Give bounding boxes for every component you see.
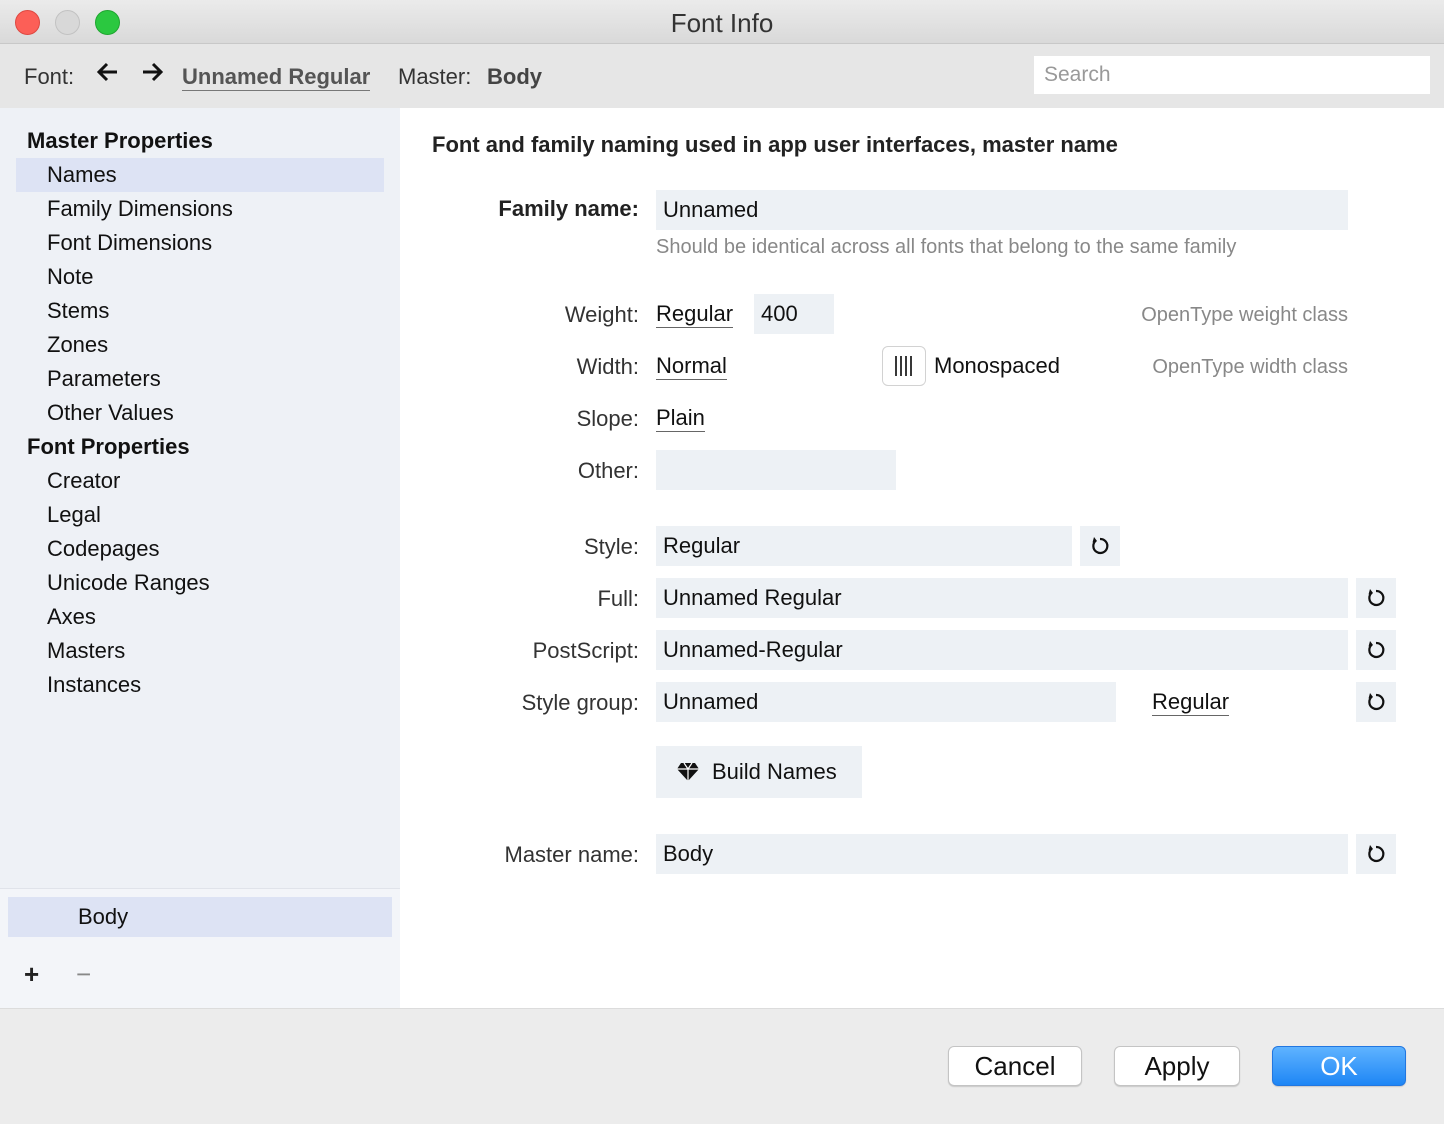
reset-icon	[1368, 845, 1385, 863]
sidebar-item-axes[interactable]: Axes	[16, 600, 384, 634]
title-bar: Font Info	[0, 0, 1444, 44]
reset-icon	[1368, 589, 1385, 607]
weight-class-field[interactable]: 400	[754, 294, 834, 334]
slope-popup[interactable]: Plain	[656, 405, 705, 432]
other-field[interactable]	[656, 450, 896, 490]
width-class-note: OpenType width class	[1152, 356, 1348, 378]
sidebar-item-codepages[interactable]: Codepages	[16, 532, 384, 566]
other-label: Other:	[577, 458, 639, 483]
sidebar: Master Properties Names Family Dimension…	[0, 108, 400, 1008]
family-name-hint: Should be identical across all fonts tha…	[656, 236, 1237, 258]
window-title: Font Info	[670, 8, 774, 38]
style-group-field[interactable]: Unnamed	[656, 682, 1116, 722]
master-list-item[interactable]: Body	[8, 897, 392, 937]
full-name-field[interactable]: Unnamed Regular	[656, 578, 1348, 618]
sidebar-item-note[interactable]: Note	[16, 260, 384, 294]
build-names-button[interactable]: Build Names	[656, 746, 862, 798]
family-name-field[interactable]: Unnamed	[656, 190, 1348, 230]
master-name-reset-button[interactable]	[1356, 834, 1396, 874]
dialog-footer: Cancel Apply OK	[0, 1008, 1444, 1124]
weight-class-note: OpenType weight class	[1141, 304, 1348, 326]
slope-label: Slope:	[576, 406, 639, 431]
arrow-right-icon	[143, 62, 164, 82]
font-properties-heading: Font Properties	[27, 434, 190, 459]
sidebar-item-names[interactable]: Names	[16, 158, 384, 192]
master-label: Master:	[398, 64, 472, 89]
sidebar-item-font-dimensions[interactable]: Font Dimensions	[16, 226, 384, 260]
style-group-reset-button[interactable]	[1356, 682, 1396, 722]
reset-icon	[1368, 641, 1385, 659]
postscript-label: PostScript:	[532, 638, 639, 663]
sidebar-item-legal[interactable]: Legal	[16, 498, 384, 532]
ok-button[interactable]: OK	[1272, 1046, 1406, 1086]
master-name-label: Master name:	[504, 842, 640, 867]
sidebar-item-stems[interactable]: Stems	[16, 294, 384, 328]
master-properties-heading: Master Properties	[27, 128, 213, 153]
apply-button[interactable]: Apply	[1114, 1046, 1240, 1086]
diamond-icon	[677, 762, 699, 781]
style-group-label: Style group:	[521, 690, 639, 715]
sidebar-item-parameters[interactable]: Parameters	[16, 362, 384, 396]
master-name-field[interactable]: Body	[656, 834, 1348, 874]
font-label: Font:	[24, 64, 75, 89]
style-field[interactable]: Regular	[656, 526, 1072, 566]
next-font-button[interactable]	[140, 60, 164, 91]
sidebar-item-instances[interactable]: Instances	[16, 668, 384, 702]
reset-icon	[1368, 693, 1385, 711]
width-label: Width:	[576, 354, 639, 379]
family-name-label: Family name:	[498, 196, 639, 221]
build-names-label: Build Names	[712, 759, 837, 784]
cancel-button[interactable]: Cancel	[948, 1046, 1082, 1086]
monospaced-label: Monospaced	[934, 353, 1060, 378]
remove-master-button[interactable]: −	[76, 959, 91, 990]
style-reset-button[interactable]	[1080, 526, 1120, 566]
sidebar-item-masters[interactable]: Masters	[16, 634, 384, 668]
sidebar-item-creator[interactable]: Creator	[16, 464, 384, 498]
postscript-reset-button[interactable]	[1356, 630, 1396, 670]
style-label: Style:	[583, 534, 639, 559]
main-panel: Font and family naming used in app user …	[400, 108, 1444, 1008]
sidebar-item-family-dimensions[interactable]: Family Dimensions	[16, 192, 384, 226]
monospace-icon	[895, 356, 912, 376]
sidebar-item-other-values[interactable]: Other Values	[16, 396, 384, 430]
full-name-reset-button[interactable]	[1356, 578, 1396, 618]
arrow-left-icon	[96, 62, 117, 82]
monospaced-toggle[interactable]	[882, 346, 926, 386]
sidebar-item-zones[interactable]: Zones	[16, 328, 384, 362]
font-info-window: Font Info Font: Unnamed Regular Master: …	[0, 0, 1444, 1124]
style-group-popup[interactable]: Regular	[1152, 689, 1230, 716]
toolbar: Font: Unnamed Regular Master: Body	[0, 44, 1444, 108]
reset-icon	[1092, 537, 1109, 555]
add-master-button[interactable]: +	[24, 959, 39, 990]
full-name-label: Full:	[597, 586, 639, 611]
sidebar-item-unicode-ranges[interactable]: Unicode Ranges	[16, 566, 384, 600]
master-name[interactable]: Body	[487, 64, 542, 90]
previous-font-button[interactable]	[96, 60, 120, 91]
section-heading: Font and family naming used in app user …	[432, 132, 1118, 157]
postscript-field[interactable]: Unnamed-Regular	[656, 630, 1348, 670]
search-input[interactable]	[1034, 56, 1430, 94]
weight-popup[interactable]: Regular	[656, 301, 734, 328]
masters-list: Body + −	[0, 888, 400, 1008]
width-popup[interactable]: Normal	[656, 353, 727, 380]
font-name-selector[interactable]: Unnamed Regular	[182, 64, 371, 91]
weight-label: Weight:	[564, 302, 639, 327]
